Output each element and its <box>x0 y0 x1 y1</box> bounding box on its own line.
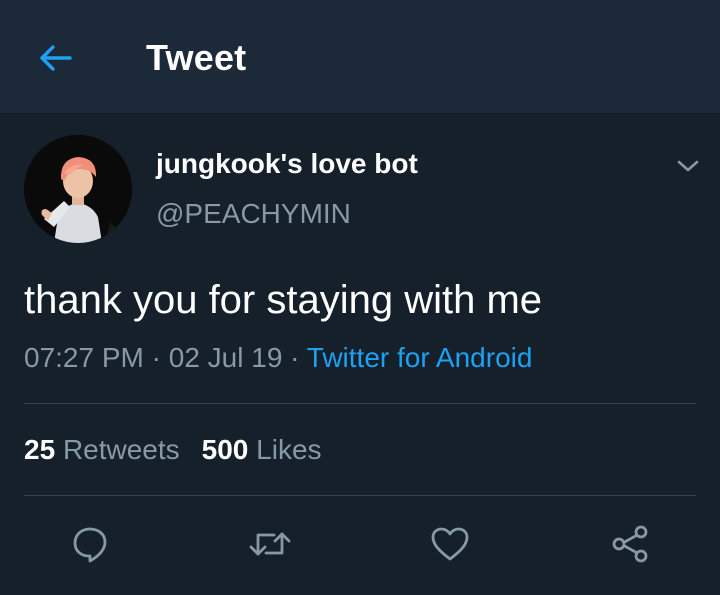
tweet-date: 02 Jul 19 <box>168 342 283 373</box>
avatar[interactable] <box>24 135 132 243</box>
speech-bubble-icon <box>73 527 107 563</box>
author-display-name[interactable]: jungkook's love bot <box>156 146 418 182</box>
retweets-label: Retweets <box>62 434 180 465</box>
share-button[interactable] <box>604 520 656 568</box>
tweet-screen: Tweet jungkook's love bot @PEACHYMIN tha… <box>0 0 720 595</box>
reply-button[interactable] <box>64 520 116 568</box>
tweet-stats: 25 Retweets 500 Likes <box>24 432 322 468</box>
heart-icon <box>431 527 469 561</box>
top-bar: Tweet <box>0 0 720 114</box>
tweet-meta: 07:27 PM · 02 Jul 19 · Twitter for Andro… <box>24 340 532 376</box>
retweets-stat[interactable]: 25 Retweets <box>24 434 180 465</box>
tweet-source-link[interactable]: Twitter for Android <box>307 342 533 373</box>
page-title: Tweet <box>146 37 247 78</box>
meta-separator: · <box>290 342 300 373</box>
retweet-arrows-icon <box>249 532 291 556</box>
likes-count: 500 <box>201 434 249 465</box>
tweet-text: thank you for staying with me <box>24 278 543 322</box>
divider <box>24 403 696 404</box>
likes-stat[interactable]: 500 Likes <box>202 434 322 465</box>
like-button[interactable] <box>424 520 476 568</box>
divider <box>24 495 696 496</box>
likes-label: Likes <box>256 434 322 465</box>
more-options-button[interactable] <box>668 148 708 184</box>
author-handle[interactable]: @PEACHYMIN <box>156 196 351 232</box>
profile-photo <box>24 135 132 243</box>
meta-separator: · <box>151 342 161 373</box>
chevron-down-icon <box>677 160 699 172</box>
tweet-time: 07:27 PM <box>24 342 144 373</box>
arrow-left-icon <box>40 45 72 71</box>
share-nodes-icon <box>612 525 648 563</box>
retweet-button[interactable] <box>244 520 296 568</box>
back-button[interactable] <box>30 36 80 80</box>
retweets-count: 25 <box>24 434 56 465</box>
